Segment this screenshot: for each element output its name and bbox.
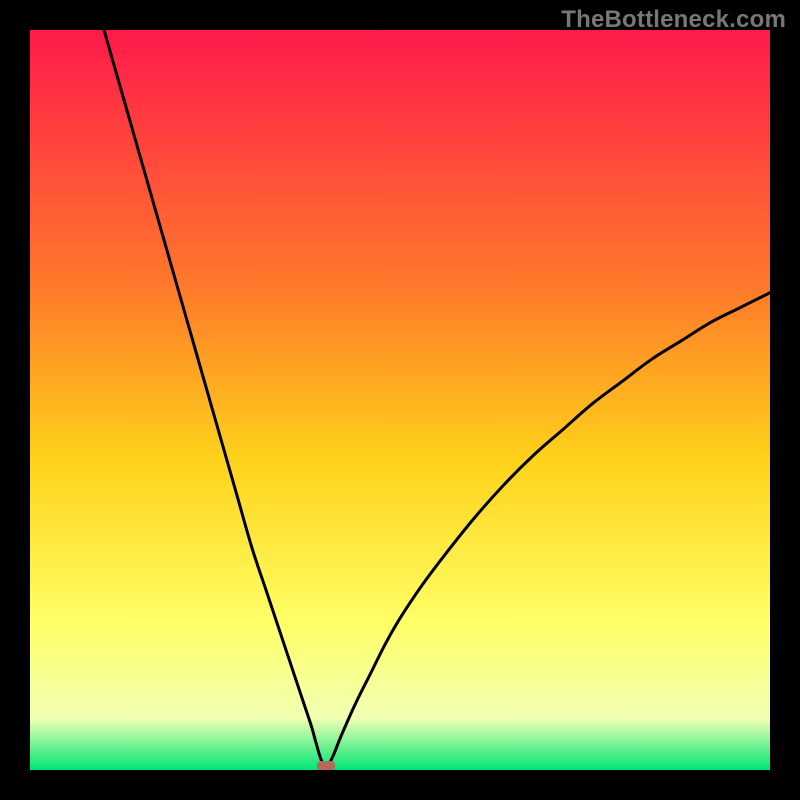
- plot-area: [30, 30, 770, 770]
- outer-frame: TheBottleneck.com: [0, 0, 800, 800]
- gradient-background: [30, 30, 770, 770]
- chart-svg: [30, 30, 770, 770]
- vertex-marker: [317, 761, 335, 770]
